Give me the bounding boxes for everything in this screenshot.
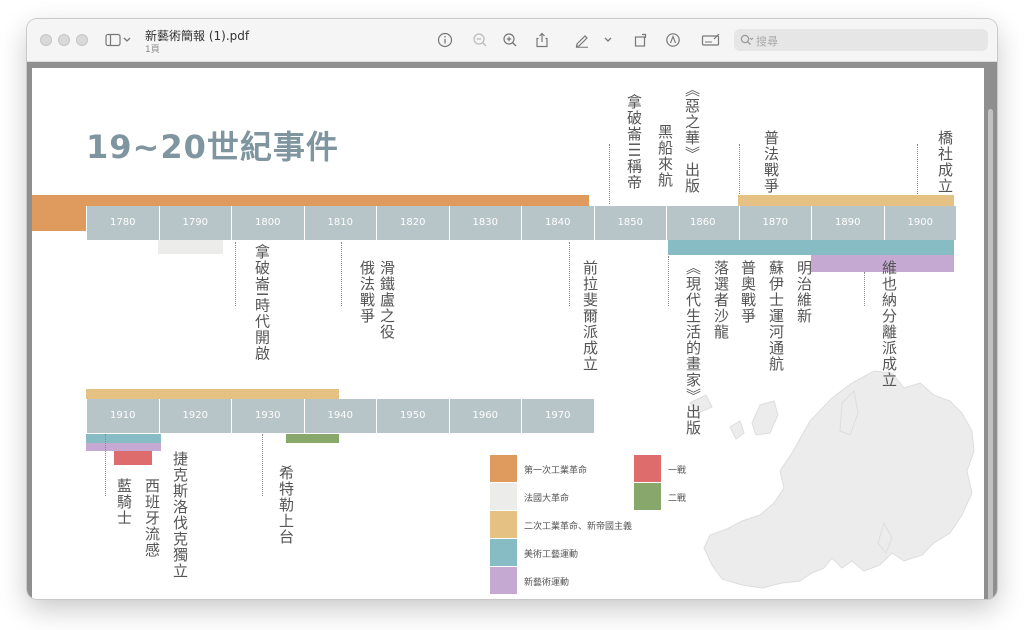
zoom-in-icon[interactable] xyxy=(500,30,520,50)
event-connector xyxy=(262,434,263,496)
event-connector xyxy=(569,242,570,306)
legend-swatch-art-nouveau xyxy=(490,567,517,594)
event-hitler-rises: 希特勒上台 xyxy=(277,465,295,545)
legend-label-world-war-i: 一戰 xyxy=(668,466,687,476)
event-pre-raphaelite: 前拉斐爾派成立 xyxy=(581,260,599,372)
event-connector xyxy=(105,434,106,496)
event-russo-french-war: 俄法戰爭 xyxy=(358,260,376,324)
legend-label-arts-crafts: 美術工藝運動 xyxy=(524,550,579,560)
french-revolution-bar xyxy=(158,240,223,254)
event-czechoslovak-independence: 捷克斯洛伐克獨立 xyxy=(171,451,189,579)
europe-map xyxy=(689,370,975,589)
search-placeholder: 搜尋 xyxy=(756,35,778,48)
event-die-brucke: 橋社成立 xyxy=(936,130,954,194)
legend-label-first-industrial: 第一次工業革命 xyxy=(524,466,588,476)
event-connector xyxy=(341,242,342,306)
chevron-down-icon[interactable] xyxy=(120,30,132,50)
tick-1890: 1890 xyxy=(811,206,884,240)
arts-and-crafts-bar-2 xyxy=(86,434,161,443)
legend-swatch-second-industrial xyxy=(490,511,517,538)
event-meiji-restoration: 明治維新 xyxy=(795,260,813,324)
tick-1960: 1960 xyxy=(448,399,522,433)
markup-pen-icon[interactable] xyxy=(572,30,592,50)
event-suez-canal: 蘇伊士運河通航 xyxy=(767,260,785,372)
tick-1800: 1800 xyxy=(231,206,304,240)
art-nouveau-bar-2 xyxy=(86,443,161,451)
event-vienna-secession: 維也納分離派成立 xyxy=(880,260,898,388)
legend-swatch-french-revolution xyxy=(490,483,517,510)
tick-1810: 1810 xyxy=(303,206,377,240)
form-icon[interactable] xyxy=(699,30,721,50)
world-war-ii-bar xyxy=(286,434,339,443)
event-connector xyxy=(864,272,865,306)
search-field[interactable]: 搜尋 xyxy=(734,29,988,51)
minimize-button[interactable] xyxy=(58,34,70,46)
tick-1950: 1950 xyxy=(376,399,449,433)
event-connector xyxy=(739,144,740,194)
tick-1940: 1940 xyxy=(303,399,377,433)
event-fleurs-du-mal: 《惡之華》出版 xyxy=(683,82,701,194)
info-icon[interactable] xyxy=(435,30,455,50)
tick-1860: 1860 xyxy=(666,206,739,240)
legend-label-art-nouveau: 新藝術運動 xyxy=(524,578,570,588)
slide-title: 19~20世紀事件 xyxy=(86,128,339,166)
legend-label-french-revolution: 法國大革命 xyxy=(524,494,570,504)
legend-label-world-war-ii: 二戰 xyxy=(668,494,687,504)
tick-1830: 1830 xyxy=(448,206,522,240)
tick-1900: 1900 xyxy=(883,206,957,240)
tick-1970: 1970 xyxy=(521,399,594,433)
arts-and-crafts-bar xyxy=(668,239,954,255)
tick-1840: 1840 xyxy=(521,206,594,240)
pdf-page: 19~20世紀事件 1780 1790 1800 1810 1820 1830 … xyxy=(32,68,984,599)
title-bar: 新藝術簡報 (1).pdf 1頁 搜尋 xyxy=(27,19,997,62)
event-austro-prussian-war: 普奧戰爭 xyxy=(739,260,757,324)
event-napoleon-i: 拿破崙I時代開啟 xyxy=(253,244,271,362)
chevron-down-icon[interactable] xyxy=(601,30,613,50)
tick-1850: 1850 xyxy=(593,206,667,240)
close-button[interactable] xyxy=(40,34,52,46)
event-salon-des-refuses: 落選者沙龍 xyxy=(712,260,730,340)
tick-1910: 1910 xyxy=(86,399,159,433)
search-icon xyxy=(740,34,754,45)
event-waterloo: 滑鐵盧之役 xyxy=(378,260,396,340)
rotate-icon[interactable] xyxy=(631,30,651,50)
tick-1920: 1920 xyxy=(158,399,232,433)
timeline-axis-2: 1910 1920 1930 1940 1950 1960 1970 xyxy=(86,399,594,433)
event-franco-prussian-war: 普法戰爭 xyxy=(762,130,780,194)
file-name: 新藝術簡報 (1).pdf xyxy=(145,29,250,43)
event-black-ships: 黑船來航 xyxy=(656,124,674,188)
zoom-button[interactable] xyxy=(76,34,88,46)
legend-swatch-arts-crafts xyxy=(490,539,517,566)
tick-1930: 1930 xyxy=(231,399,304,433)
event-spanish-flu: 西班牙流感 xyxy=(143,478,161,558)
event-napoleon-iii: 拿破崙III稱帝 xyxy=(625,94,643,191)
preview-window: 新藝術簡報 (1).pdf 1頁 搜尋 19~20世紀事件 1780 1790 … xyxy=(27,19,997,599)
tick-1790: 1790 xyxy=(158,206,232,240)
document-view[interactable]: 19~20世紀事件 1780 1790 1800 1810 1820 1830 … xyxy=(27,62,997,599)
vertical-scrollbar[interactable] xyxy=(988,109,993,599)
event-connector xyxy=(668,256,669,306)
tick-1820: 1820 xyxy=(376,206,449,240)
event-painter-modern-life: 《現代生活的畫家》出版 xyxy=(684,260,702,436)
tick-1780: 1780 xyxy=(86,206,159,240)
legend-swatch-world-war-ii xyxy=(634,483,661,510)
markup-circle-icon[interactable] xyxy=(663,30,683,50)
legend-label-second-industrial: 二次工業革命、新帝國主義 xyxy=(524,522,633,532)
event-connector xyxy=(235,242,236,306)
legend-swatch-first-industrial xyxy=(490,455,517,482)
timeline-axis-1: 1780 1790 1800 1810 1820 1830 1840 1850 … xyxy=(86,206,956,240)
tick-1870: 1870 xyxy=(738,206,812,240)
world-war-i-bar xyxy=(114,451,152,465)
share-icon[interactable] xyxy=(532,30,552,50)
event-connector xyxy=(609,144,610,204)
page-count: 1頁 xyxy=(145,45,160,55)
event-der-blaue-reiter: 藍騎士 xyxy=(115,478,133,526)
legend-swatch-world-war-i xyxy=(634,455,661,482)
zoom-out-icon[interactable] xyxy=(470,30,490,50)
event-connector xyxy=(917,144,918,194)
